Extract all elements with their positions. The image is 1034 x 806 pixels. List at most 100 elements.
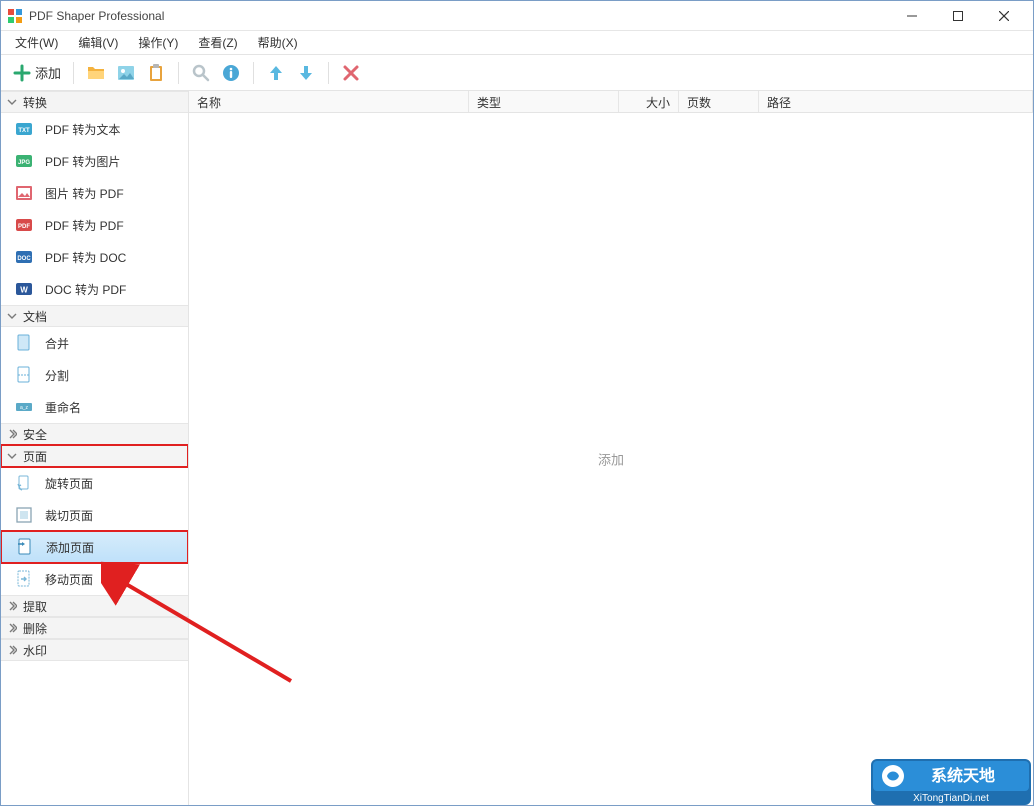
group-header-security[interactable]: 安全 [1, 423, 188, 445]
chevron-down-icon [7, 97, 17, 107]
group-header-convert[interactable]: 转换 [1, 91, 188, 113]
sidebar-item-rename[interactable]: a_z 重命名 [1, 391, 188, 423]
page-icon [15, 334, 33, 352]
sidebar-item-add-pages[interactable]: 添加页面 [1, 531, 188, 563]
pdf-icon: PDF [15, 216, 33, 234]
chevron-down-icon [7, 451, 17, 461]
menu-view[interactable]: 查看(Z) [188, 31, 247, 54]
crop-icon [15, 506, 33, 524]
menu-file[interactable]: 文件(W) [5, 31, 68, 54]
watermark-url: XiTongTianDi.net [913, 793, 989, 804]
group-header-watermark[interactable]: 水印 [1, 639, 188, 661]
sidebar-item-pdf-to-text[interactable]: TXT PDF 转为文本 [1, 113, 188, 145]
column-size[interactable]: 大小 [619, 91, 679, 112]
group-header-pages[interactable]: 页面 [1, 445, 188, 467]
sidebar-item-split[interactable]: 分割 [1, 359, 188, 391]
image-button[interactable] [112, 59, 140, 87]
separator [178, 62, 179, 84]
chevron-right-icon [7, 429, 17, 439]
svg-text:JPG: JPG [18, 160, 30, 166]
app-icon [7, 8, 23, 24]
column-name[interactable]: 名称 [189, 91, 469, 112]
svg-text:W: W [20, 286, 28, 295]
sidebar-item-label: 合并 [45, 335, 69, 352]
column-pages[interactable]: 页数 [679, 91, 759, 112]
list-body[interactable]: 添加 [189, 113, 1033, 805]
svg-text:DOC: DOC [17, 256, 31, 262]
sidebar-item-label: 移动页面 [45, 571, 93, 588]
sidebar-item-label: 重命名 [45, 399, 81, 416]
add-button[interactable]: 添加 [9, 59, 65, 87]
info-button[interactable] [217, 59, 245, 87]
group-label: 文档 [23, 308, 47, 325]
title-bar: PDF Shaper Professional [1, 1, 1033, 31]
arrow-down-icon [296, 63, 316, 83]
rename-icon: a_z [15, 398, 33, 416]
menu-action[interactable]: 操作(Y) [128, 31, 188, 54]
sidebar-item-label: 旋转页面 [45, 475, 93, 492]
search-button[interactable] [187, 59, 215, 87]
chevron-right-icon [7, 601, 17, 611]
group-header-extract[interactable]: 提取 [1, 595, 188, 617]
maximize-button[interactable] [935, 1, 981, 31]
jpg-icon: JPG [15, 152, 33, 170]
add-page-icon [16, 538, 34, 556]
move-down-button[interactable] [292, 59, 320, 87]
watermark: 系统天地 XiTongTianDi.net [871, 759, 1031, 805]
sidebar-item-label: PDF 转为文本 [45, 121, 120, 138]
sidebar-item-label: PDF 转为 PDF [45, 217, 124, 234]
sidebar-item-label: 添加页面 [46, 539, 94, 556]
sidebar: 转换 TXT PDF 转为文本 JPG PDF 转为图片 图片 转为 PDF P… [1, 91, 189, 805]
window-title: PDF Shaper Professional [29, 9, 889, 23]
sidebar-item-rotate-pages[interactable]: 旋转页面 [1, 467, 188, 499]
menu-help[interactable]: 帮助(X) [248, 31, 308, 54]
group-label: 页面 [23, 448, 47, 465]
group-header-delete[interactable]: 删除 [1, 617, 188, 639]
sidebar-item-pdf-to-image[interactable]: JPG PDF 转为图片 [1, 145, 188, 177]
separator [328, 62, 329, 84]
column-type[interactable]: 类型 [469, 91, 619, 112]
group-label: 提取 [23, 598, 47, 615]
menu-bar: 文件(W) 编辑(V) 操作(Y) 查看(Z) 帮助(X) [1, 31, 1033, 55]
sidebar-item-label: PDF 转为图片 [45, 153, 120, 170]
empty-placeholder: 添加 [598, 450, 624, 469]
sidebar-item-crop-pages[interactable]: 裁切页面 [1, 499, 188, 531]
sidebar-item-label: PDF 转为 DOC [45, 249, 126, 266]
sidebar-item-doc-to-pdf[interactable]: W DOC 转为 PDF [1, 273, 188, 305]
doc-icon: DOC [15, 248, 33, 266]
svg-text:PDF: PDF [18, 224, 30, 230]
clipboard-icon [146, 63, 166, 83]
folder-icon [86, 63, 106, 83]
paste-button[interactable] [142, 59, 170, 87]
arrow-up-icon [266, 63, 286, 83]
separator [73, 62, 74, 84]
word-icon: W [15, 280, 33, 298]
sidebar-item-pdf-to-doc[interactable]: DOC PDF 转为 DOC [1, 241, 188, 273]
sidebar-item-label: 分割 [45, 367, 69, 384]
group-label: 转换 [23, 94, 47, 111]
sidebar-item-merge[interactable]: 合并 [1, 327, 188, 359]
remove-button[interactable] [337, 59, 365, 87]
x-icon [342, 64, 360, 82]
separator [253, 62, 254, 84]
svg-text:TXT: TXT [18, 128, 30, 134]
chevron-down-icon [7, 311, 17, 321]
group-header-document[interactable]: 文档 [1, 305, 188, 327]
watermark-brand: 系统天地 [931, 766, 995, 785]
move-page-icon [15, 570, 33, 588]
toolbar: 添加 [1, 55, 1033, 91]
search-icon [191, 63, 211, 83]
sidebar-item-pdf-to-pdf[interactable]: PDF PDF 转为 PDF [1, 209, 188, 241]
column-path[interactable]: 路径 [759, 91, 1033, 112]
chevron-right-icon [7, 623, 17, 633]
menu-edit[interactable]: 编辑(V) [68, 31, 128, 54]
plus-icon [13, 64, 31, 82]
group-label: 安全 [23, 426, 47, 443]
minimize-button[interactable] [889, 1, 935, 31]
folder-button[interactable] [82, 59, 110, 87]
sidebar-item-image-to-pdf[interactable]: 图片 转为 PDF [1, 177, 188, 209]
chevron-right-icon [7, 645, 17, 655]
sidebar-item-move-pages[interactable]: 移动页面 [1, 563, 188, 595]
move-up-button[interactable] [262, 59, 290, 87]
close-button[interactable] [981, 1, 1027, 31]
